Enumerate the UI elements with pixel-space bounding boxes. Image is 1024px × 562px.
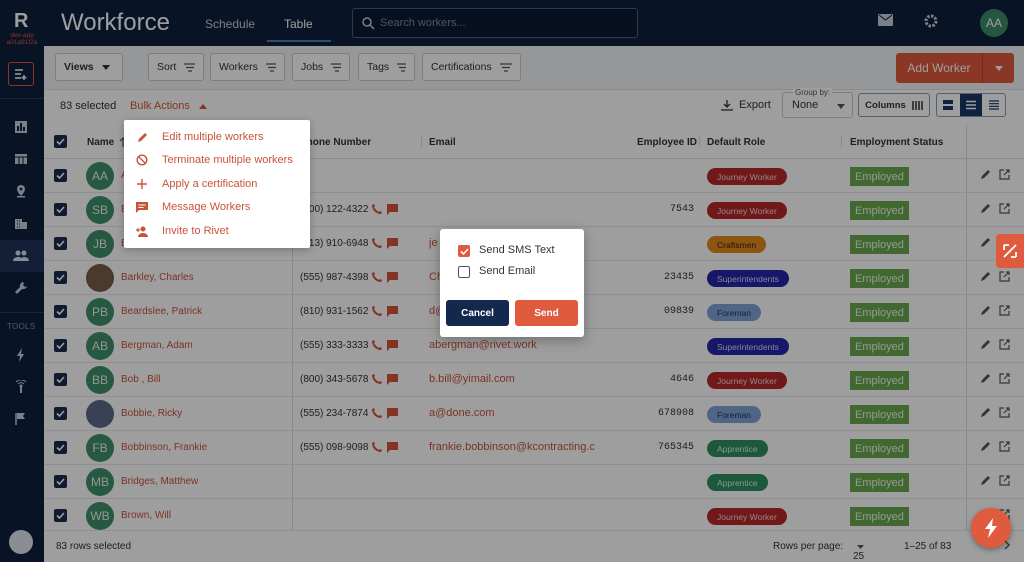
bulk-actions-menu: Edit multiple workers Terminate multiple… (124, 120, 310, 248)
menu-apply-certification[interactable]: Apply a certification (124, 173, 310, 195)
pencil-icon (137, 132, 147, 142)
send-button[interactable]: Send (515, 300, 578, 326)
send-sms-label: Send SMS Text (479, 244, 555, 256)
block-icon (136, 154, 148, 166)
person-add-icon (135, 226, 148, 237)
send-email-label: Send Email (479, 265, 536, 277)
cancel-button[interactable]: Cancel (446, 300, 509, 326)
next-page-icon[interactable] (1004, 540, 1011, 550)
menu-edit-multiple-workers[interactable]: Edit multiple workers (124, 126, 310, 148)
menu-terminate-multiple-workers[interactable]: Terminate multiple workers (124, 149, 310, 171)
message-icon (136, 201, 148, 213)
plus-icon (137, 179, 147, 189)
menu-invite-to-rivet[interactable]: Invite to Rivet (124, 220, 310, 242)
menu-message-workers[interactable]: Message Workers (124, 196, 310, 218)
send-email-checkbox[interactable] (458, 266, 470, 278)
bolt-icon (985, 518, 997, 538)
send-message-dialog: Send SMS Text Send Email Cancel Send (440, 229, 584, 337)
expand-icon (1003, 244, 1017, 258)
check-icon (459, 247, 469, 255)
expand-side-panel-button[interactable] (996, 234, 1024, 268)
send-sms-checkbox[interactable] (458, 245, 470, 257)
